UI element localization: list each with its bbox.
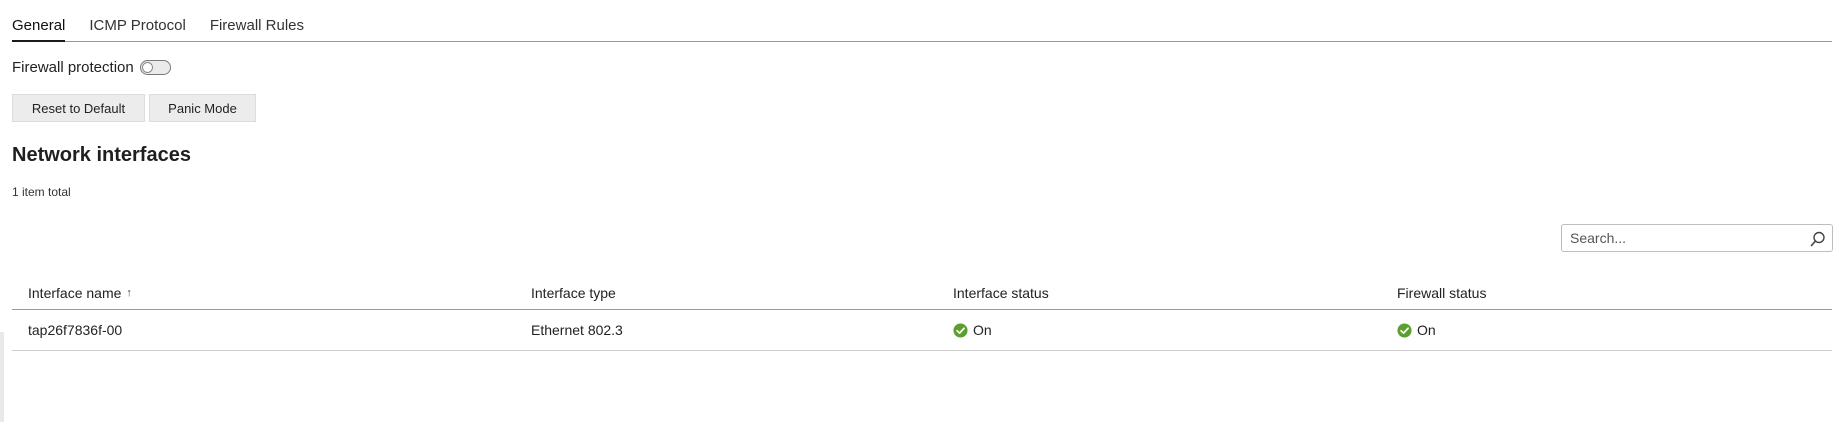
interface-status-cell: On [953, 310, 992, 350]
action-buttons: Reset to Default Panic Mode [12, 94, 260, 122]
search-input[interactable] [1562, 225, 1802, 251]
panic-mode-button[interactable]: Panic Mode [149, 94, 256, 122]
interface-name-cell: tap26f7836f-00 [28, 322, 123, 338]
firewall-status-cell: On [1397, 310, 1436, 350]
table-row[interactable]: tap26f7836f-00 Ethernet 802.3 On On [12, 310, 1832, 351]
column-label: Interface name [28, 284, 122, 301]
firewall-protection-row: Firewall protection [12, 59, 171, 76]
reset-to-default-button[interactable]: Reset to Default [12, 94, 145, 122]
column-header-firewall-status[interactable]: Firewall status [1397, 276, 1486, 309]
toggle-knob [141, 62, 153, 73]
table-header: Interface name ↑ Interface type Interfac… [12, 276, 1832, 310]
check-circle-icon [1397, 322, 1412, 338]
tab-general[interactable]: General [12, 12, 66, 42]
search-icon[interactable] [1810, 231, 1826, 247]
item-total-count: 1 item total [12, 185, 71, 199]
interface-type-cell: Ethernet 802.3 [531, 322, 623, 338]
column-header-interface-name[interactable]: Interface name ↑ [28, 276, 132, 309]
tab-icmp-protocol[interactable]: ICMP Protocol [89, 12, 185, 41]
firewall-protection-label: Firewall protection [12, 59, 134, 76]
sort-ascending-icon: ↑ [126, 286, 132, 299]
left-edge-strip [0, 332, 4, 422]
section-title: Network interfaces [12, 144, 191, 166]
tab-firewall-rules[interactable]: Firewall Rules [210, 12, 304, 41]
check-circle-icon [953, 322, 968, 338]
column-header-interface-type[interactable]: Interface type [531, 276, 616, 309]
tab-bar: General ICMP Protocol Firewall Rules [12, 12, 1832, 42]
network-interfaces-table: Interface name ↑ Interface type Interfac… [12, 276, 1832, 351]
firewall-status-text: On [1417, 322, 1436, 338]
search-box [1561, 224, 1833, 252]
column-header-interface-status[interactable]: Interface status [953, 276, 1049, 309]
firewall-protection-toggle[interactable] [139, 60, 171, 75]
interface-status-text: On [973, 322, 992, 338]
